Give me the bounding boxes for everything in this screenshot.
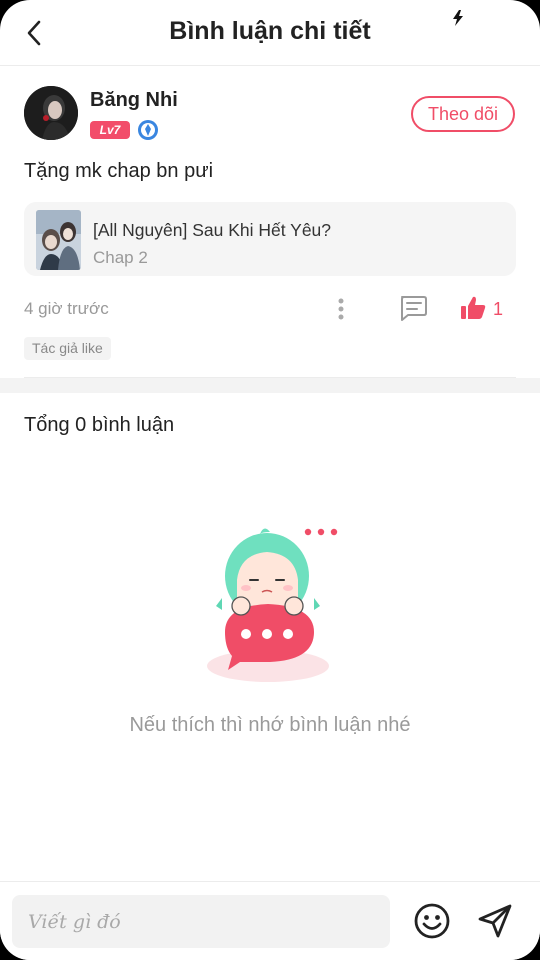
more-vertical-icon — [338, 298, 344, 320]
like-count: 1 — [493, 299, 504, 319]
send-button[interactable] — [476, 902, 514, 940]
comment-input-bar — [0, 881, 540, 960]
like-button[interactable] — [459, 294, 487, 322]
empty-state-message: Nếu thích thì nhớ bình luận nhé — [129, 714, 411, 736]
manga-title: [All Nguyên] Sau Khi Hết Yêu? — [93, 220, 332, 240]
reply-total: Tổng 0 bình luận — [24, 414, 175, 436]
empty-state-illustration — [207, 528, 338, 682]
more-options-button[interactable] — [328, 294, 354, 324]
send-icon — [478, 904, 512, 938]
manga-chapter: Chap 2 — [93, 248, 148, 267]
avatar-image — [24, 86, 78, 140]
author-name[interactable]: Băng Nhi — [90, 89, 178, 112]
header: Bình luận chi tiết — [0, 0, 540, 66]
emoji-icon — [414, 903, 450, 939]
comment-detail-screen: Bình luận chi tiết Băng Nhi Lv7 Theo dõi… — [0, 0, 540, 960]
manga-thumbnail — [36, 210, 81, 270]
level-badge: Lv7 — [90, 121, 130, 139]
flash-icon — [453, 10, 463, 26]
medal-icon — [138, 120, 158, 140]
comment-icon — [401, 296, 427, 321]
comment-text: Tặng mk chap bn pưi — [24, 160, 214, 182]
reply-button[interactable] — [398, 294, 428, 322]
section-separator — [0, 378, 540, 393]
emoji-button[interactable] — [413, 902, 451, 940]
manga-card[interactable]: [All Nguyên] Sau Khi Hết Yêu? Chap 2 — [24, 202, 516, 276]
comment-input[interactable] — [12, 895, 390, 948]
thumbs-up-icon — [461, 296, 486, 319]
comment-time: 4 giờ trước — [24, 299, 109, 318]
avatar[interactable] — [24, 86, 78, 140]
author-liked-tag: Tác giả like — [24, 337, 111, 360]
follow-button[interactable]: Theo dõi — [411, 96, 515, 132]
